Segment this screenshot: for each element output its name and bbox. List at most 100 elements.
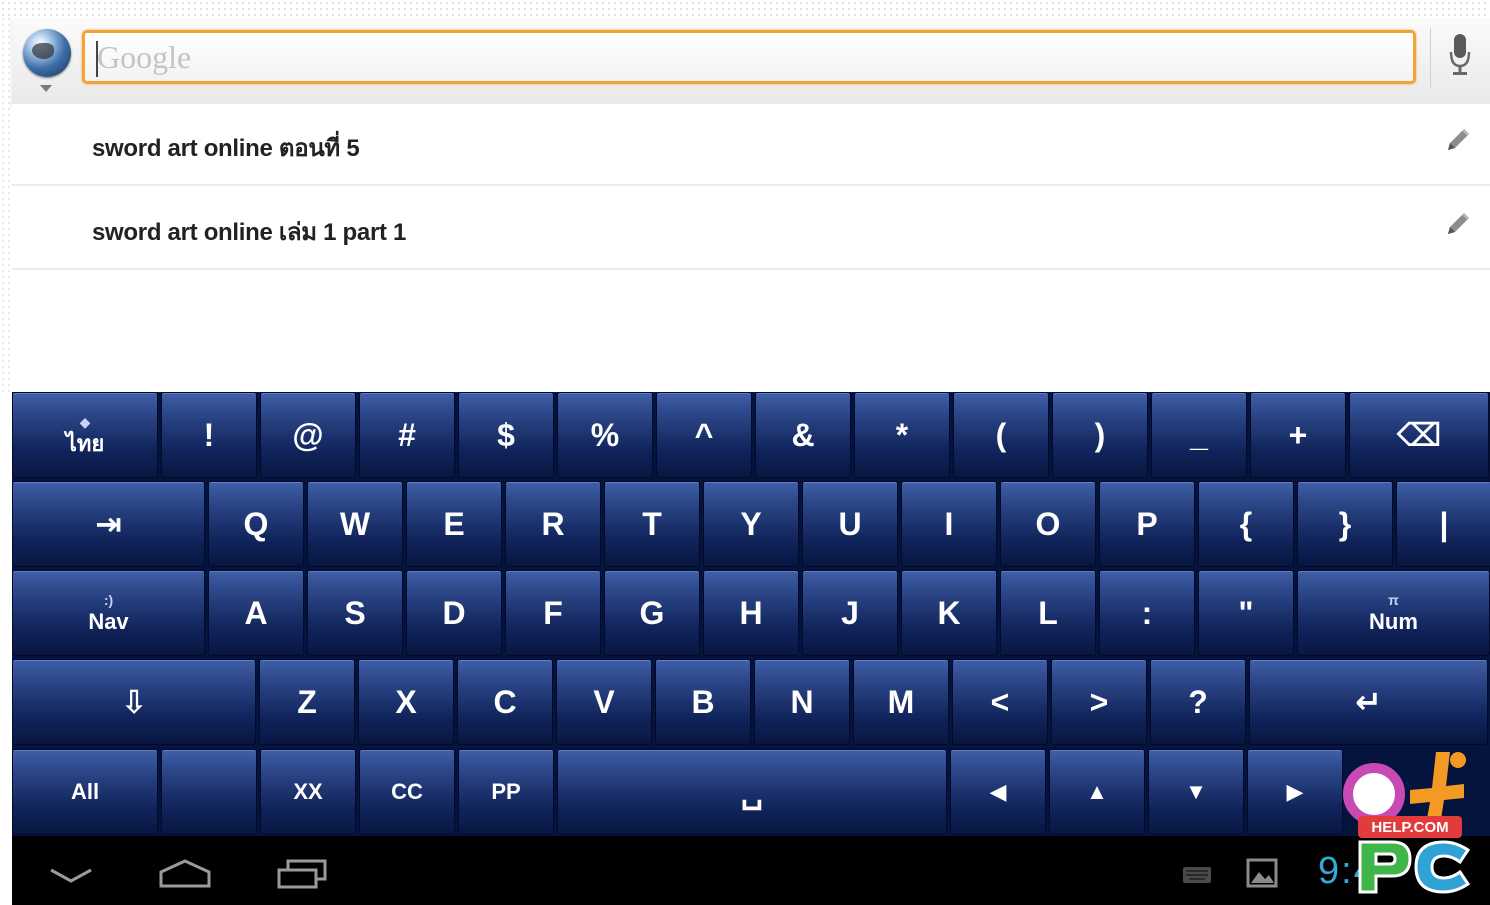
key-s[interactable]: S xyxy=(307,570,403,656)
key-arrow-right[interactable]: ▶ xyxy=(1247,749,1343,835)
key-b[interactable]: B xyxy=(655,659,751,745)
key-label: I xyxy=(944,506,954,542)
suggestion-item[interactable]: sword art online ตอนที่ 5 xyxy=(12,104,1490,186)
space-icon: ␣ xyxy=(740,774,764,810)
globe-icon[interactable] xyxy=(23,29,71,77)
key-label: U xyxy=(838,506,862,542)
key-blank[interactable] xyxy=(161,749,257,835)
key-pp[interactable]: PP xyxy=(458,749,554,835)
back-icon[interactable] xyxy=(48,866,94,886)
key-nav[interactable]: :) Nav xyxy=(12,570,205,656)
key-underscore[interactable]: _ xyxy=(1151,392,1247,478)
key-arrow-left[interactable]: ◀ xyxy=(950,749,1046,835)
key-at[interactable]: @ xyxy=(260,392,356,478)
key-num[interactable]: π Num xyxy=(1297,570,1490,656)
key-cc[interactable]: CC xyxy=(359,749,455,835)
key-r[interactable]: R xyxy=(505,481,601,567)
key-m[interactable]: M xyxy=(853,659,949,745)
key-tab[interactable]: ⇥ xyxy=(12,481,205,567)
key-e[interactable]: E xyxy=(406,481,502,567)
key-greater-than[interactable]: > xyxy=(1051,659,1147,745)
key-enter[interactable]: ↵ xyxy=(1249,659,1488,745)
onscreen-keyboard: ◆ ไทย! @ # $% ^ & * () _ + ⌫ ⇥ Q W E R T Y U I O P{} | :) Nav A S D F… xyxy=(12,392,1490,836)
key-label: ^ xyxy=(694,417,714,453)
backspace-icon: ⌫ xyxy=(1396,417,1442,453)
key-space[interactable]: ␣ xyxy=(557,749,947,835)
key-percent[interactable]: % xyxy=(557,392,653,478)
left-border xyxy=(0,16,10,396)
key-z[interactable]: Z xyxy=(259,659,355,745)
key-j[interactable]: J xyxy=(802,570,898,656)
key-f[interactable]: F xyxy=(505,570,601,656)
key-y[interactable]: Y xyxy=(703,481,799,567)
key-label: XX xyxy=(293,779,323,804)
key-o[interactable]: O xyxy=(1000,481,1096,567)
key-asterisk[interactable]: * xyxy=(854,392,950,478)
enter-icon: ↵ xyxy=(1355,684,1382,720)
key-i[interactable]: I xyxy=(901,481,997,567)
key-exclamation[interactable]: ! xyxy=(161,392,257,478)
key-arrow-down[interactable]: ▼ xyxy=(1148,749,1244,835)
key-thai-lang[interactable]: ◆ ไทย xyxy=(12,392,158,478)
key-label: O xyxy=(1035,506,1061,542)
search-input[interactable] xyxy=(85,33,1413,81)
key-l[interactable]: L xyxy=(1000,570,1096,656)
key-shift[interactable]: ⇩ xyxy=(12,659,256,745)
key-plus[interactable]: + xyxy=(1250,392,1346,478)
key-label: $ xyxy=(497,417,515,453)
svg-text:HELP.COM: HELP.COM xyxy=(1371,819,1448,836)
key-c[interactable]: C xyxy=(457,659,553,745)
key-h[interactable]: H xyxy=(703,570,799,656)
key-question[interactable]: ? xyxy=(1150,659,1246,745)
key-d[interactable]: D xyxy=(406,570,502,656)
key-xx[interactable]: XX xyxy=(260,749,356,835)
key-k[interactable]: K xyxy=(901,570,997,656)
voice-search-button[interactable] xyxy=(1430,28,1487,88)
suggestion-item[interactable]: sword art online เล่ม 1 part 1 xyxy=(12,188,1490,270)
key-open-paren[interactable]: ( xyxy=(953,392,1049,478)
key-a[interactable]: A xyxy=(208,570,304,656)
key-v[interactable]: V xyxy=(556,659,652,745)
key-close-brace[interactable]: } xyxy=(1297,481,1393,567)
pencil-icon[interactable] xyxy=(1442,124,1474,156)
key-arrow-up[interactable]: ▲ xyxy=(1049,749,1145,835)
navigation-bar: 9:4 xyxy=(12,836,1490,905)
key-hash[interactable]: # xyxy=(359,392,455,478)
key-pipe[interactable]: | xyxy=(1396,481,1490,567)
key-q[interactable]: Q xyxy=(208,481,304,567)
key-p[interactable]: P xyxy=(1099,481,1195,567)
key-backspace[interactable]: ⌫ xyxy=(1349,392,1489,478)
search-field[interactable] xyxy=(82,30,1416,84)
key-label: % xyxy=(590,417,620,453)
key-label: CC xyxy=(391,779,423,804)
key-label: F xyxy=(543,595,563,631)
image-icon xyxy=(1246,858,1278,888)
key-t[interactable]: T xyxy=(604,481,700,567)
key-label: PP xyxy=(491,779,521,804)
key-ampersand[interactable]: & xyxy=(755,392,851,478)
key-close-paren[interactable]: ) xyxy=(1052,392,1148,478)
key-open-brace[interactable]: { xyxy=(1198,481,1294,567)
key-label: ( xyxy=(995,417,1007,453)
chevron-down-icon[interactable] xyxy=(40,85,52,92)
key-w[interactable]: W xyxy=(307,481,403,567)
key-caret[interactable]: ^ xyxy=(656,392,752,478)
key-colon[interactable]: : xyxy=(1099,570,1195,656)
arrow-right-icon: ▶ xyxy=(1286,779,1304,804)
key-quote[interactable]: " xyxy=(1198,570,1294,656)
microphone-icon xyxy=(1449,34,1471,75)
key-dollar[interactable]: $ xyxy=(458,392,554,478)
home-icon[interactable] xyxy=(158,858,212,890)
key-x[interactable]: X xyxy=(358,659,454,745)
key-label: A xyxy=(244,595,268,631)
key-u[interactable]: U xyxy=(802,481,898,567)
recent-apps-icon[interactable] xyxy=(276,858,328,890)
key-label: N xyxy=(790,684,814,720)
key-label: V xyxy=(593,684,615,720)
pencil-icon[interactable] xyxy=(1442,208,1474,240)
key-label: Nav xyxy=(88,609,129,634)
key-all[interactable]: All xyxy=(12,749,158,835)
key-n[interactable]: N xyxy=(754,659,850,745)
key-less-than[interactable]: < xyxy=(952,659,1048,745)
key-g[interactable]: G xyxy=(604,570,700,656)
